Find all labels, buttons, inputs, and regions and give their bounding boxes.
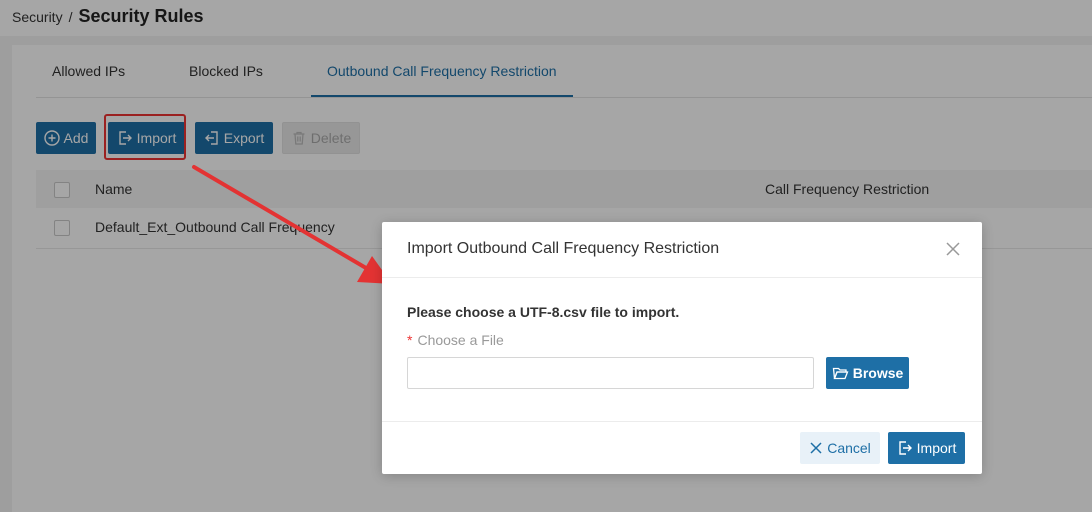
dialog-footer: Cancel Import	[382, 421, 982, 475]
close-icon[interactable]	[944, 240, 962, 258]
close-icon	[810, 442, 822, 454]
browse-button[interactable]: Browse	[826, 357, 909, 389]
file-field-label: * Choose a File	[407, 332, 504, 348]
confirm-import-button[interactable]: Import	[888, 432, 965, 464]
import-icon	[898, 441, 912, 455]
dialog-body: Please choose a UTF-8.csv file to import…	[382, 278, 982, 421]
cancel-button-label: Cancel	[827, 440, 871, 456]
import-instruction: Please choose a UTF-8.csv file to import…	[407, 304, 680, 320]
folder-open-icon	[832, 367, 849, 380]
browse-button-label: Browse	[852, 365, 904, 381]
confirm-import-button-label: Import	[916, 440, 957, 456]
dialog-header: Import Outbound Call Frequency Restricti…	[382, 222, 982, 278]
required-marker: *	[407, 332, 413, 348]
page: Security / Security Rules Allowed IPs Bloc…	[0, 0, 1092, 512]
file-path-input[interactable]	[407, 357, 814, 389]
import-dialog: Import Outbound Call Frequency Restricti…	[382, 222, 982, 474]
dialog-title: Import Outbound Call Frequency Restricti…	[407, 240, 720, 257]
file-label-text: Choose a File	[417, 332, 504, 348]
cancel-button[interactable]: Cancel	[800, 432, 880, 464]
